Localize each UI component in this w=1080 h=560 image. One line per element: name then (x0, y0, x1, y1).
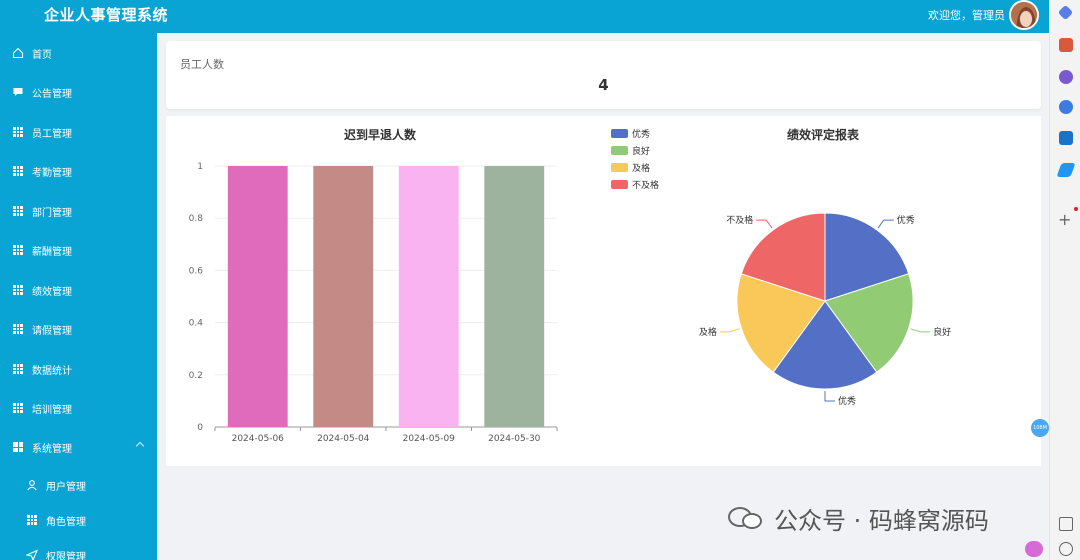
sidebar-item-label: 系统管理 (32, 443, 72, 455)
chevron-up-icon (135, 441, 145, 451)
sidebar: 首页公告管理员工管理考勤管理部门管理薪酬管理绩效管理请假管理数据统计培训管理系统… (0, 33, 157, 560)
copilot-icon[interactable] (1059, 100, 1073, 114)
employee-count-value: 4 (598, 76, 609, 94)
watermark: 公众号 · 码蜂窝源码 (728, 498, 1046, 538)
watermark-text: 公众号 · 码蜂窝源码 (774, 506, 989, 535)
tag-icon[interactable] (1057, 4, 1074, 21)
y-tick-label: 0.6 (189, 266, 204, 276)
avatar-image-icon (1011, 2, 1037, 28)
grid-icon (12, 402, 24, 414)
sidebar-item-label: 培训管理 (32, 404, 72, 416)
top-header: 企业人事管理系统 欢迎您，管理员 (0, 0, 1049, 33)
grid-icon (12, 284, 24, 296)
grid-icon (12, 363, 24, 375)
pie-label: 优秀 (838, 395, 856, 407)
y-tick-label: 0.8 (189, 214, 204, 224)
people-icon[interactable] (1059, 70, 1073, 84)
settings-icon[interactable] (1059, 542, 1073, 556)
bar-chart: 0 0.2 0.4 0.6 0.8 1 2024-05-06 2024-05-04 2024-0… (189, 162, 558, 444)
bar (398, 166, 459, 427)
home-icon (12, 47, 24, 59)
sidebar-item-6[interactable]: 绩效管理 (0, 274, 157, 306)
screenshot-icon[interactable] (1059, 517, 1073, 531)
grid-icon (12, 165, 24, 177)
sidebar-item-label: 权限管理 (46, 551, 86, 560)
sidebar-item-11[interactable]: 用户管理 (0, 469, 157, 501)
grid-icon (26, 514, 38, 526)
app-title: 企业人事管理系统 (44, 6, 169, 24)
sidebar-item-5[interactable]: 薪酬管理 (0, 234, 157, 266)
sidebar-item-7[interactable]: 请假管理 (0, 313, 157, 345)
sidebar-item-label: 绩效管理 (32, 286, 72, 298)
pie-label: 良好 (933, 326, 951, 338)
x-tick-label: 2024-05-30 (488, 434, 541, 444)
toolbox-icon[interactable] (1059, 38, 1073, 52)
pie-label-line (877, 219, 894, 229)
sidebar-item-label: 用户管理 (46, 481, 86, 493)
grid-icon (12, 126, 24, 138)
bar (484, 166, 545, 427)
y-tick-label: 0 (197, 423, 203, 433)
bar (227, 166, 288, 427)
sidebar-item-label: 公告管理 (32, 88, 72, 100)
sidebar-item-0[interactable]: 首页 (0, 37, 157, 69)
pie-label-line (824, 391, 835, 402)
sidebar-item-3[interactable]: 考勤管理 (0, 155, 157, 187)
employee-count-card: 员工人数 4 (166, 41, 1041, 109)
avatar[interactable] (1009, 0, 1039, 30)
pie-label-line (719, 328, 740, 333)
sidebar-item-label: 请假管理 (32, 325, 72, 337)
chat-icon (12, 86, 24, 98)
employee-count-label: 员工人数 (180, 58, 224, 71)
send-icon[interactable] (1056, 163, 1076, 177)
send-icon (26, 549, 38, 560)
sidebar-item-label: 数据统计 (32, 365, 72, 377)
y-tick-label: 1 (197, 162, 203, 172)
sidebar-item-2[interactable]: 员工管理 (0, 116, 157, 148)
wechat-logo-icon (728, 505, 766, 531)
pie-label: 不及格 (726, 214, 753, 226)
sidebar-item-label: 考勤管理 (32, 167, 72, 179)
notification-dot-icon (1074, 207, 1078, 211)
y-tick-label: 0.4 (189, 319, 204, 329)
x-tick-label: 2024-05-04 (317, 434, 370, 444)
user-icon (26, 479, 38, 491)
bar (313, 166, 374, 427)
add-icon[interactable]: + (1058, 210, 1071, 229)
pie-chart: 优秀良好优秀及格不及格 (699, 212, 951, 407)
sidebar-item-13[interactable]: 权限管理 (0, 539, 157, 560)
sidebar-item-10[interactable]: 系统管理 (0, 431, 157, 463)
x-tick-label: 2024-05-06 (232, 434, 285, 444)
y-tick-label: 0.2 (189, 371, 203, 381)
memory-badge[interactable]: 108M (1031, 419, 1049, 437)
x-tick-label: 2024-05-09 (403, 434, 456, 444)
outlook-icon[interactable] (1059, 131, 1073, 145)
sidebar-item-label: 部门管理 (32, 207, 72, 219)
sidebar-item-label: 员工管理 (32, 128, 72, 140)
sidebar-item-label: 薪酬管理 (32, 246, 72, 258)
sidebar-item-9[interactable]: 培训管理 (0, 392, 157, 424)
pie-label-line (756, 219, 773, 229)
browser-side-toolbar: + (1049, 0, 1080, 560)
grid-icon (12, 205, 24, 217)
pie-label: 及格 (699, 326, 717, 338)
sidebar-item-label: 首页 (32, 49, 52, 61)
pie-label-line (910, 328, 931, 333)
apps-icon (12, 441, 24, 453)
charts-panel: 迟到早退人数 0 0.2 0.4 0.6 0.8 1 2024-05-06 2024-05-0… (166, 116, 1041, 466)
sidebar-item-1[interactable]: 公告管理 (0, 76, 157, 108)
sidebar-item-12[interactable]: 角色管理 (0, 504, 157, 536)
pie-label: 优秀 (897, 214, 915, 226)
brain-icon[interactable] (1025, 541, 1043, 557)
welcome-text: 欢迎您，管理员 (928, 9, 1005, 22)
sidebar-item-4[interactable]: 部门管理 (0, 195, 157, 227)
grid-icon (12, 244, 24, 256)
sidebar-item-label: 角色管理 (46, 516, 86, 528)
sidebar-item-8[interactable]: 数据统计 (0, 353, 157, 385)
grid-icon (12, 323, 24, 335)
